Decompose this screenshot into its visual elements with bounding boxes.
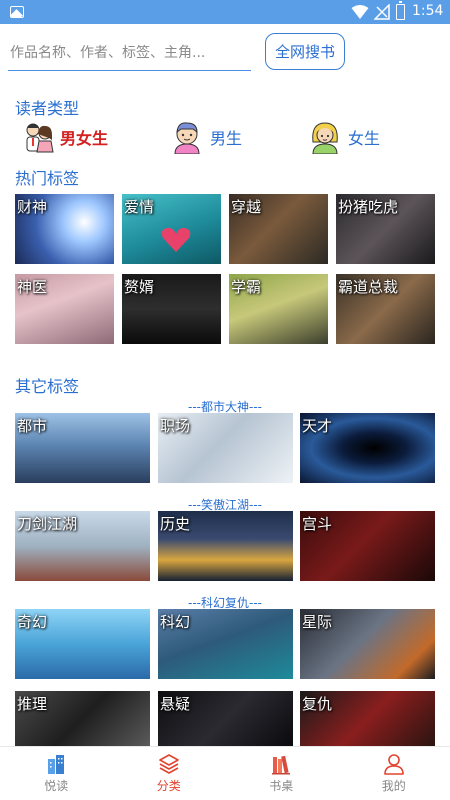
hot-tag-tile[interactable]: 神医 xyxy=(15,274,114,344)
other-tag-tile[interactable]: 悬疑 xyxy=(158,691,293,746)
buildings-icon xyxy=(48,755,65,774)
other-tag-tile[interactable]: 都市 xyxy=(15,413,150,483)
tag-label: 财神 xyxy=(17,198,48,216)
reader-type-title: 读者类型 xyxy=(15,99,80,118)
nav-item-mine[interactable]: 我的 xyxy=(338,747,450,800)
search-all-button[interactable]: 全网搜书 xyxy=(265,33,345,70)
wifi-icon xyxy=(351,5,369,19)
hot-tags-title: 热门标签 xyxy=(15,169,80,188)
tag-label: 奇幻 xyxy=(17,613,48,631)
other-tag-tile[interactable]: 宫斗 xyxy=(300,511,435,581)
tag-label: 科幻 xyxy=(160,613,191,631)
user-icon xyxy=(383,754,404,775)
other-tags-title: 其它标签 xyxy=(15,377,80,396)
tag-label: 学霸 xyxy=(231,278,262,296)
tag-label: 都市 xyxy=(17,417,48,435)
nav-label: 分类 xyxy=(156,779,181,793)
other-tag-tile[interactable]: 复仇 xyxy=(300,691,435,746)
bottom-nav: 悦读 分类 书桌 我的 xyxy=(0,746,450,800)
tag-label: 爱情 xyxy=(124,198,155,216)
other-tag-tile[interactable]: 推理 xyxy=(15,691,150,746)
tag-label: 扮猪吃虎 xyxy=(338,198,399,216)
signal-icon xyxy=(374,4,390,20)
layers-icon xyxy=(158,754,179,774)
hot-tag-tile[interactable]: 穿越 xyxy=(229,194,328,264)
reader-type-male[interactable]: 男生 xyxy=(170,118,242,156)
tag-label: 历史 xyxy=(160,515,191,533)
hot-tag-tile[interactable]: 财神 xyxy=(15,194,114,264)
nav-item-desk[interactable]: 书桌 xyxy=(225,747,338,800)
tag-label: 职场 xyxy=(160,417,191,435)
nav-label: 我的 xyxy=(381,779,406,793)
nav-item-category[interactable]: 分类 xyxy=(113,747,226,800)
tag-label: 刀剑江湖 xyxy=(17,515,78,533)
other-tag-tile[interactable]: 刀剑江湖 xyxy=(15,511,150,581)
tag-label: 复仇 xyxy=(302,695,333,713)
status-bar: 1:54 xyxy=(0,0,450,24)
reader-type-male-female[interactable]: 男女生 xyxy=(22,118,108,156)
nav-label: 悦读 xyxy=(44,779,69,793)
other-tag-tile[interactable]: 职场 xyxy=(158,413,293,483)
other-tag-tile[interactable]: 历史 xyxy=(158,511,293,581)
couple-avatar-icon xyxy=(26,123,54,153)
reader-type-label: 男生 xyxy=(210,129,243,148)
heart-icon xyxy=(161,227,191,252)
nav-item-read[interactable]: 悦读 xyxy=(0,747,113,800)
tag-label: 神医 xyxy=(17,278,48,296)
other-tag-tile[interactable]: 奇幻 xyxy=(15,609,150,679)
hot-tag-tile[interactable]: 霸道总裁 xyxy=(336,274,435,344)
reader-type-label: 男女生 xyxy=(60,129,109,148)
tag-label: 霸道总裁 xyxy=(338,278,399,296)
nav-label: 书桌 xyxy=(269,779,294,793)
tag-label: 穿越 xyxy=(231,198,262,216)
hot-tag-tile[interactable]: 赘婿 xyxy=(122,274,221,344)
hot-tag-tile[interactable]: 扮猪吃虎 xyxy=(336,194,435,264)
tag-label: 悬疑 xyxy=(160,695,191,713)
books-icon xyxy=(272,755,291,775)
tag-label: 天才 xyxy=(302,417,333,435)
battery-icon xyxy=(396,1,405,20)
image-notification-icon xyxy=(10,6,24,18)
hot-tag-tile[interactable]: 爱情 xyxy=(122,194,221,264)
boy-avatar-icon xyxy=(174,122,200,154)
tag-label: 推理 xyxy=(17,695,48,713)
other-tag-tile[interactable]: 星际 xyxy=(300,609,435,679)
tag-label: 宫斗 xyxy=(302,515,333,533)
girl-avatar-icon xyxy=(312,122,338,154)
other-tag-tile[interactable]: 科幻 xyxy=(158,609,293,679)
hot-tag-tile[interactable]: 学霸 xyxy=(229,274,328,344)
reader-type-label: 女生 xyxy=(348,129,381,148)
reader-type-female[interactable]: 女生 xyxy=(308,118,380,156)
tag-label: 赘婿 xyxy=(124,278,155,296)
status-time: 1:54 xyxy=(412,3,444,19)
tag-label: 星际 xyxy=(302,613,333,631)
other-tag-tile[interactable]: 天才 xyxy=(300,413,435,483)
search-input[interactable] xyxy=(8,36,251,71)
